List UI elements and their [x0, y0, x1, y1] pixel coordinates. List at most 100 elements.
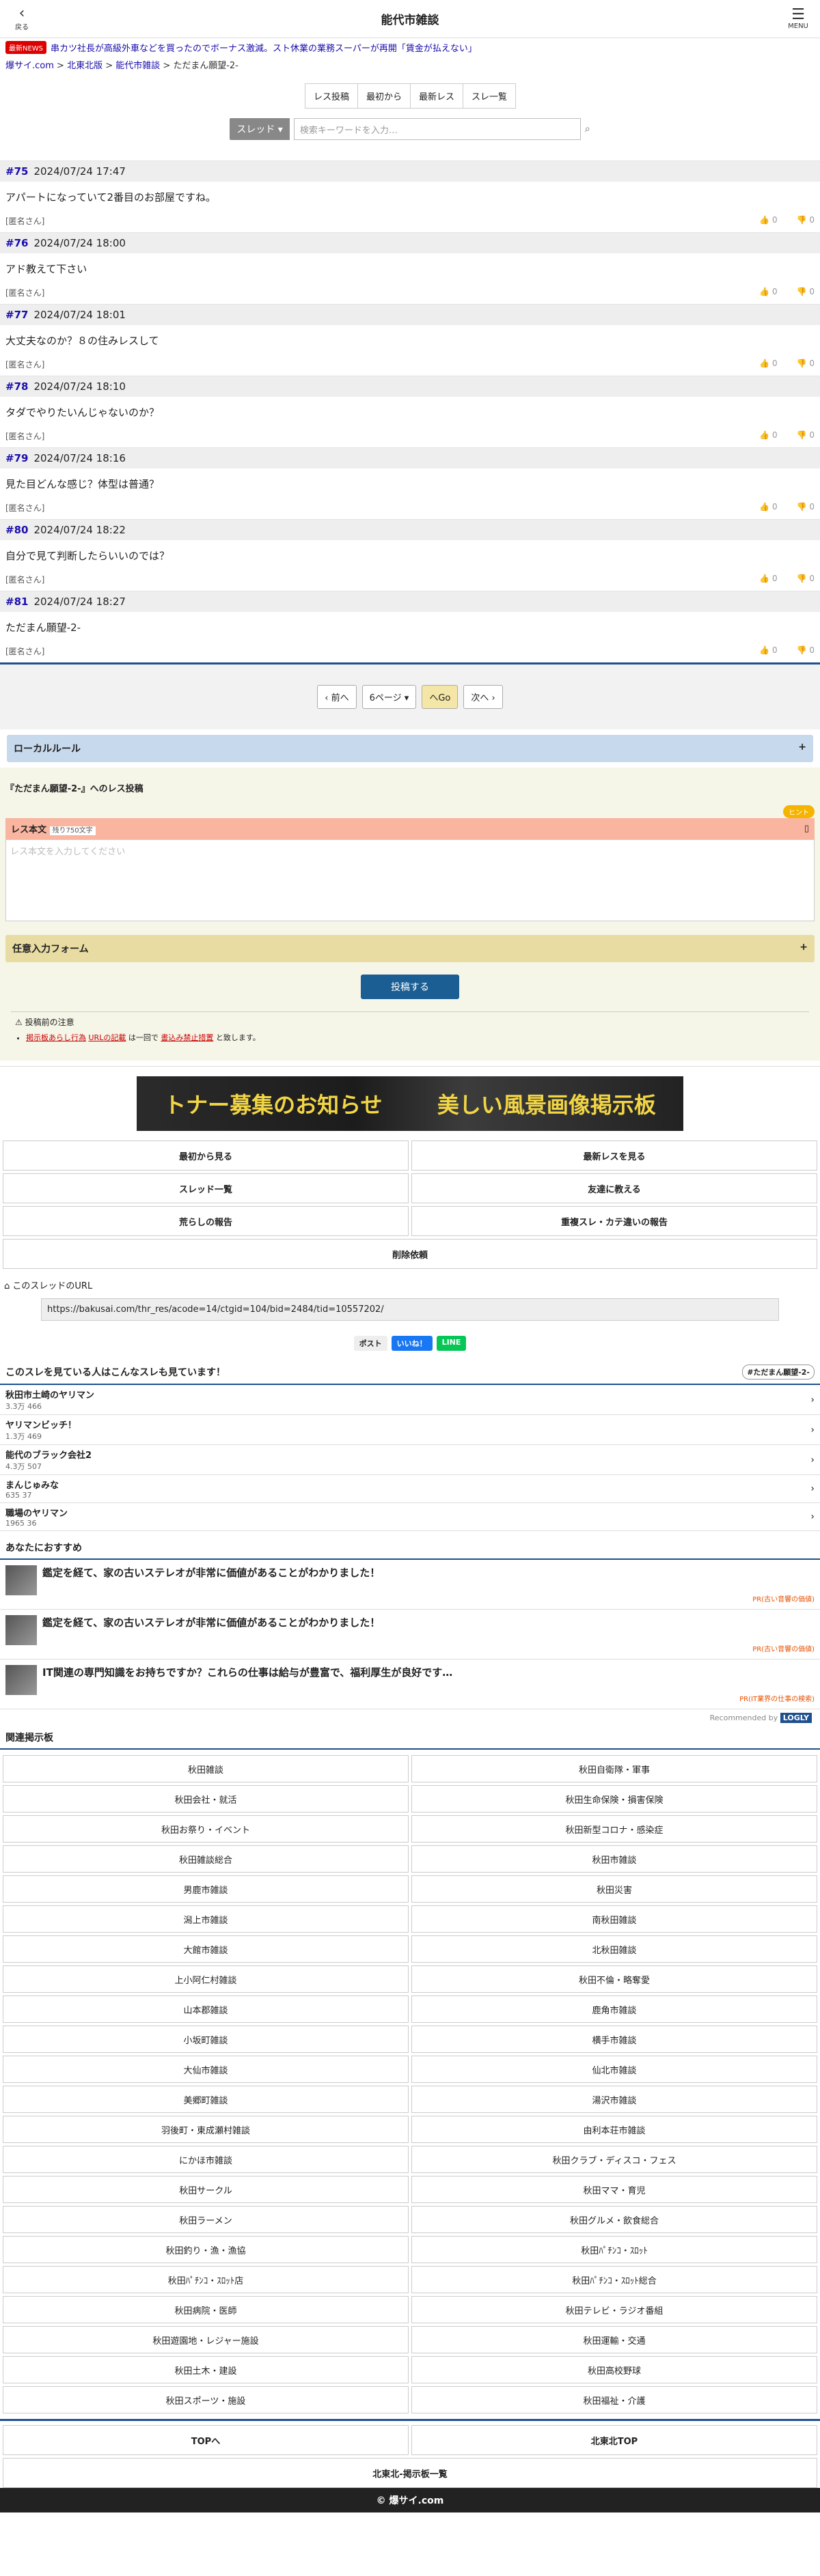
res-body-textarea[interactable]: レス本文を入力してください — [5, 839, 815, 921]
region-top-link[interactable]: 北東北TOP — [411, 2425, 817, 2455]
thread-url-field[interactable]: https://bakusai.com/thr_res/acode=14/ctg… — [41, 1298, 779, 1321]
board-link[interactable]: 羽後町・東成瀬村雑談 — [3, 2116, 409, 2143]
board-link[interactable]: 秋田テレビ・ラジオ番組 — [411, 2296, 817, 2323]
board-link[interactable]: 北秋田雑談 — [411, 1935, 817, 1963]
downvote-button[interactable]: 👎 0 — [797, 430, 815, 442]
news-link[interactable]: 串カツ社長が高級外車などを買ったのでボーナス激減。スト休業の業務スーパーが再開「… — [51, 41, 477, 54]
board-link[interactable]: 秋田釣り・漁・漁協 — [3, 2236, 409, 2263]
board-link[interactable]: 秋田不倫・略奪愛 — [411, 1965, 817, 1993]
prev-page-button[interactable]: ‹ 前へ — [317, 685, 357, 709]
upvote-button[interactable]: 👍 0 — [759, 574, 777, 585]
board-link[interactable]: 秋田雑談 — [3, 1755, 409, 1782]
board-link[interactable]: 南秋田雑談 — [411, 1905, 817, 1933]
post-number[interactable]: #75 — [5, 165, 28, 178]
top-button[interactable]: レス投稿 — [304, 83, 358, 109]
board-link[interactable]: 秋田遊園地・レジャー施設 — [3, 2326, 409, 2353]
line-share-button[interactable]: LINE — [436, 1336, 467, 1351]
submit-button[interactable]: 投稿する — [361, 975, 459, 999]
downvote-button[interactable]: 👎 0 — [797, 502, 815, 514]
upvote-button[interactable]: 👍 0 — [759, 645, 777, 657]
local-rule-toggle[interactable]: ローカルルール + — [7, 735, 813, 762]
board-link[interactable]: 秋田生命保険・損害保険 — [411, 1785, 817, 1812]
board-link[interactable]: 秋田クラブ・ディスコ・フェス — [411, 2146, 817, 2173]
breadcrumb-item[interactable]: 北東北版 — [67, 61, 102, 71]
board-link[interactable]: 秋田ラーメン — [3, 2206, 409, 2233]
board-link[interactable]: 秋田自衛隊・軍事 — [411, 1755, 817, 1782]
action-button[interactable]: 最初から見る — [3, 1140, 409, 1171]
breadcrumb-item[interactable]: 爆サイ.com — [5, 61, 54, 71]
top-link[interactable]: TOPへ — [3, 2425, 409, 2455]
board-link[interactable]: 上小阿仁村雑談 — [3, 1965, 409, 1993]
menu-button[interactable]: ☰ MENU — [784, 8, 812, 31]
thread-tag[interactable]: #ただまん願望-2- — [742, 1364, 815, 1380]
related-thread[interactable]: ヤリマンビッチ！ 1.3万 469 › — [0, 1415, 820, 1445]
board-link[interactable]: 秋田ﾊﾟﾁﾝｺ・ｽﾛｯﾄ店 — [3, 2266, 409, 2293]
board-link[interactable]: 美郷町雑談 — [3, 2086, 409, 2113]
delete-request-button[interactable]: 削除依頼 — [3, 1239, 817, 1269]
post-number[interactable]: #76 — [5, 237, 28, 249]
upvote-button[interactable]: 👍 0 — [759, 287, 777, 298]
board-link[interactable]: 潟上市雑談 — [3, 1905, 409, 1933]
copy-icon[interactable]: ▯ — [804, 824, 809, 834]
downvote-button[interactable]: 👎 0 — [797, 215, 815, 227]
page-go-button[interactable]: へGo — [422, 685, 459, 709]
downvote-button[interactable]: 👎 0 — [797, 645, 815, 657]
board-link[interactable]: 大仙市雑談 — [3, 2056, 409, 2083]
board-link[interactable]: 秋田サークル — [3, 2176, 409, 2203]
page-select[interactable]: 6ページ ▾ — [361, 685, 417, 709]
search-icon[interactable]: ⌕ — [585, 124, 590, 135]
board-link[interactable]: 秋田新型コロナ・感染症 — [411, 1815, 817, 1843]
board-link[interactable]: 大館市雑談 — [3, 1935, 409, 1963]
action-button[interactable]: スレッド一覧 — [3, 1173, 409, 1203]
recommend-item[interactable]: 鑑定を経て、家の古いステレオが非常に価値があることがわかりました！ PR(古い音響… — [0, 1610, 820, 1660]
downvote-button[interactable]: 👎 0 — [797, 287, 815, 298]
search-scope-select[interactable]: スレッド ▾ — [230, 118, 290, 140]
top-button[interactable]: スレ一覧 — [463, 83, 517, 109]
board-link[interactable]: 秋田ﾊﾟﾁﾝｺ・ｽﾛｯﾄ総合 — [411, 2266, 817, 2293]
board-link[interactable]: 山本郡雑談 — [3, 1996, 409, 2023]
top-button[interactable]: 最初から — [357, 83, 411, 109]
upvote-button[interactable]: 👍 0 — [759, 215, 777, 227]
board-link[interactable]: 湯沢市雑談 — [411, 2086, 817, 2113]
board-link[interactable]: 由利本荘市雑談 — [411, 2116, 817, 2143]
related-thread[interactable]: 能代のブラック会社2 4.3万 507 › — [0, 1445, 820, 1475]
recommend-item[interactable]: 鑑定を経て、家の古いステレオが非常に価値があることがわかりました！ PR(古い音響… — [0, 1560, 820, 1610]
board-link[interactable]: 秋田グルメ・飲食総合 — [411, 2206, 817, 2233]
board-link[interactable]: 秋田運輸・交通 — [411, 2326, 817, 2353]
hint-badge[interactable]: ヒント — [783, 805, 815, 818]
board-link[interactable]: 秋田ﾊﾟﾁﾝｺ・ｽﾛｯﾄ — [411, 2236, 817, 2263]
next-page-button[interactable]: 次へ › — [463, 685, 503, 709]
downvote-button[interactable]: 👎 0 — [797, 574, 815, 585]
board-link[interactable]: にかほ市雑談 — [3, 2146, 409, 2173]
board-link[interactable]: 横手市雑談 — [411, 2026, 817, 2053]
related-thread[interactable]: 職場のヤリマン 1965 36 › — [0, 1503, 820, 1531]
back-button[interactable]: ‹ 戻る — [8, 6, 36, 32]
post-number[interactable]: #78 — [5, 380, 28, 393]
optional-form-toggle[interactable]: 任意入力フォーム + — [5, 935, 815, 962]
breadcrumb-item[interactable]: 能代市雑談 — [115, 61, 160, 71]
fb-like-button[interactable]: いいね！ — [391, 1336, 433, 1351]
action-button[interactable]: 友達に教える — [411, 1173, 817, 1203]
board-link[interactable]: 秋田土木・建設 — [3, 2356, 409, 2383]
board-link[interactable]: 秋田雑談総合 — [3, 1845, 409, 1873]
board-link[interactable]: 秋田スポーツ・施設 — [3, 2386, 409, 2413]
post-number[interactable]: #79 — [5, 452, 28, 464]
related-thread[interactable]: 秋田市土崎のヤリマン 3.3万 466 › — [0, 1385, 820, 1415]
board-link[interactable]: 仙北市雑談 — [411, 2056, 817, 2083]
board-link[interactable]: 秋田高校野球 — [411, 2356, 817, 2383]
board-link[interactable]: 小坂町雑談 — [3, 2026, 409, 2053]
ad-banner[interactable]: トナー募集のお知らせ 美しい風景画像掲示板 — [0, 1066, 820, 1140]
upvote-button[interactable]: 👍 0 — [759, 359, 777, 370]
board-link[interactable]: 秋田災害 — [411, 1875, 817, 1903]
board-link[interactable]: 男鹿市雑談 — [3, 1875, 409, 1903]
board-link[interactable]: 鹿角市雑談 — [411, 1996, 817, 2023]
board-link[interactable]: 秋田会社・就活 — [3, 1785, 409, 1812]
action-button[interactable]: 最新レスを見る — [411, 1140, 817, 1171]
post-number[interactable]: #80 — [5, 524, 28, 536]
top-button[interactable]: 最新レス — [410, 83, 464, 109]
board-link[interactable]: 秋田ママ・育児 — [411, 2176, 817, 2203]
recommend-item[interactable]: IT関連の専門知識をお持ちですか？これらの仕事は給与が豊富で、福利厚生が良好です… — [0, 1660, 820, 1709]
downvote-button[interactable]: 👎 0 — [797, 359, 815, 370]
board-link[interactable]: 秋田市雑談 — [411, 1845, 817, 1873]
action-button[interactable]: 重複スレ・カテ違いの報告 — [411, 1206, 817, 1236]
